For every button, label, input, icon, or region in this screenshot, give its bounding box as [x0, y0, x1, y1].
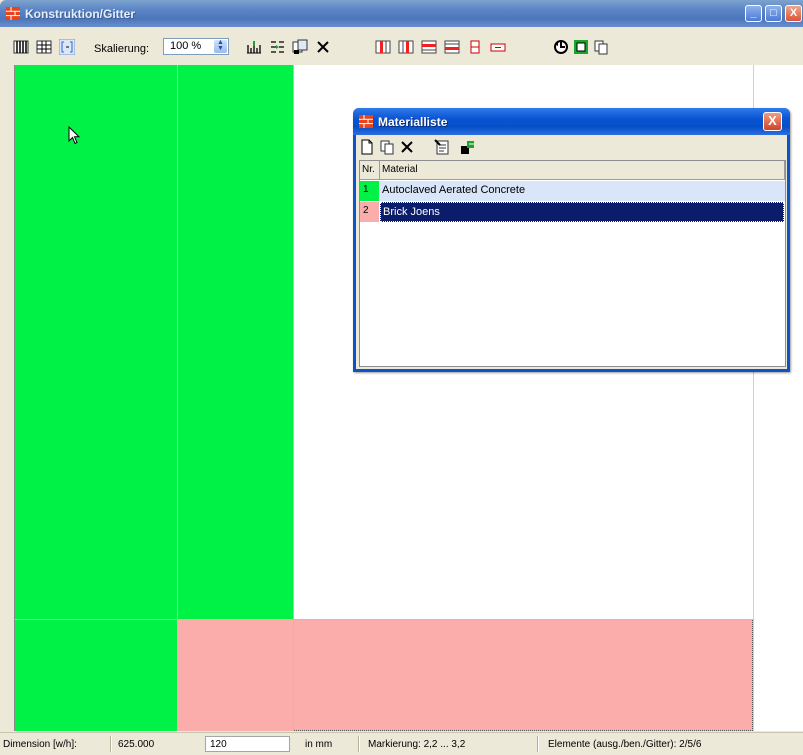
width-value: 625.000	[118, 739, 155, 750]
copy-icon[interactable]	[593, 39, 609, 55]
column-header-material[interactable]: Material	[380, 161, 785, 180]
grid-cell-1-2[interactable]	[177, 65, 293, 619]
status-separator	[358, 736, 360, 752]
delete-row-icon[interactable]	[490, 39, 506, 55]
column-header-nr[interactable]: Nr.	[360, 161, 380, 180]
insert-column-left-icon[interactable]	[375, 39, 391, 55]
distribute-icon[interactable]	[269, 39, 285, 55]
copy-element-icon[interactable]	[292, 39, 308, 55]
copy-icon[interactable]	[379, 139, 395, 155]
bracket-view-icon[interactable]	[59, 39, 75, 55]
list-item-selected[interactable]: 2 Brick Joens	[360, 202, 785, 222]
delete-column-icon[interactable]	[467, 39, 483, 55]
list-item[interactable]: 1 Autoclaved Aerated Concrete	[360, 181, 785, 201]
elements-count: Elemente (ausg./ben./Gitter): 2/5/6	[548, 739, 702, 750]
window-titlebar: Konstruktion/Gitter _ □ X	[0, 0, 803, 27]
insert-row-below-icon[interactable]	[444, 39, 460, 55]
grid-cell-2-2[interactable]	[177, 619, 293, 731]
delete-icon[interactable]	[399, 139, 415, 155]
export-icon[interactable]	[460, 139, 476, 155]
grid-cell-2-1[interactable]	[15, 619, 177, 731]
material-name: Brick Joens	[380, 202, 784, 222]
brick-wall-icon	[6, 7, 20, 20]
marking-text: Markierung: 2,2 ... 3,2	[368, 739, 466, 750]
frame-icon[interactable]	[573, 39, 589, 55]
delete-icon[interactable]	[315, 39, 331, 55]
mouse-cursor-icon	[68, 126, 80, 145]
height-input[interactable]: 120	[205, 736, 290, 752]
grid-line	[15, 619, 753, 620]
scale-spinner-icon[interactable]: ▲ ▼	[214, 39, 227, 53]
minimize-button[interactable]: _	[745, 5, 762, 22]
grid-cell-1-1[interactable]	[15, 65, 177, 619]
material-list-dialog: Materialliste X Nr. Material 1 Autoclave…	[353, 108, 790, 372]
scale-value: 100 %	[170, 40, 202, 52]
dialog-titlebar[interactable]: Materialliste X	[353, 108, 790, 135]
status-separator	[537, 736, 539, 752]
main-toolbar: Skalierung: 100 % ▲ ▼	[0, 27, 803, 65]
dialog-toolbar	[356, 135, 787, 159]
unit-label: in mm	[305, 739, 333, 750]
insert-row-above-icon[interactable]	[421, 39, 437, 55]
row-number: 1	[360, 181, 379, 201]
dialog-title: Materialliste	[378, 115, 448, 129]
grid-line	[293, 65, 294, 731]
dialog-body: Nr. Material 1 Autoclaved Aerated Concre…	[356, 135, 787, 369]
rotate-icon[interactable]	[553, 39, 569, 55]
material-name: Autoclaved Aerated Concrete	[382, 184, 526, 196]
maximize-button[interactable]: □	[765, 5, 782, 22]
dimension-label: Dimension [w/h]:	[3, 739, 77, 750]
brick-wall-icon	[359, 115, 373, 128]
new-document-icon[interactable]	[359, 139, 375, 155]
scale-select[interactable]: 100 % ▲ ▼	[163, 38, 229, 55]
row-number: 2	[360, 202, 379, 222]
window-title: Konstruktion/Gitter	[25, 7, 135, 21]
dialog-close-button[interactable]: X	[763, 112, 782, 131]
columns-view-icon[interactable]	[13, 39, 29, 55]
grid-line	[177, 65, 178, 731]
edit-properties-icon[interactable]	[434, 139, 450, 155]
status-separator	[110, 736, 112, 752]
insert-column-right-icon[interactable]	[398, 39, 414, 55]
grid-cell-2-3-selected[interactable]	[293, 619, 753, 731]
material-list[interactable]: Nr. Material 1 Autoclaved Aerated Concre…	[359, 160, 786, 367]
scale-label: Skalierung:	[94, 43, 150, 55]
grid-view-icon[interactable]	[36, 39, 52, 55]
close-button[interactable]: X	[785, 5, 802, 22]
insert-grid-icon[interactable]	[246, 39, 262, 55]
status-bar: Dimension [w/h]: 625.000 120 in mm Marki…	[0, 732, 803, 755]
